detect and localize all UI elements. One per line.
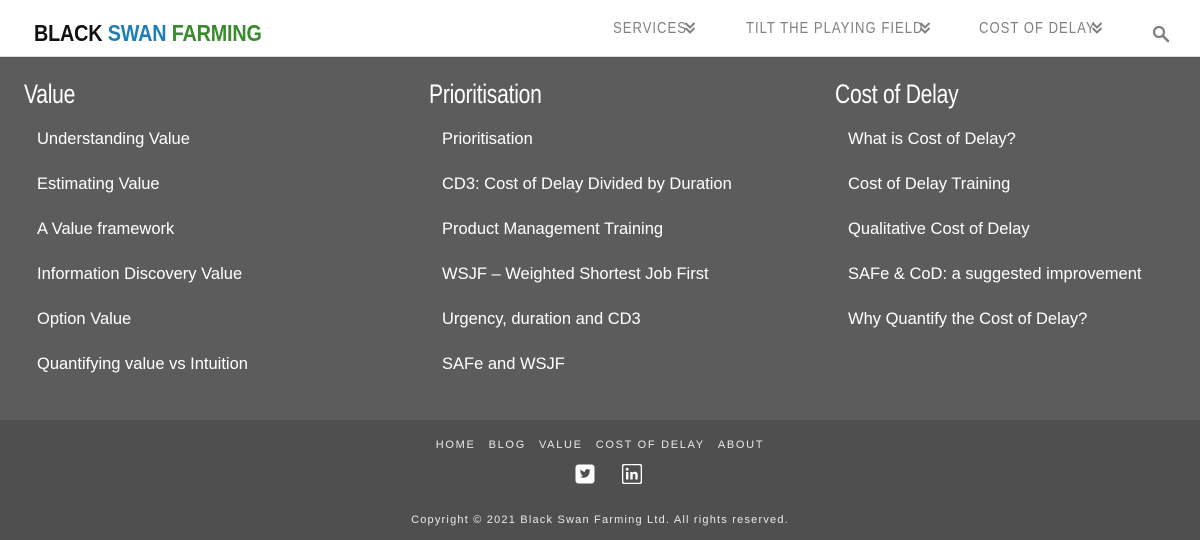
nav-item-label: COST OF DELAY [979,19,1096,37]
logo-word-swan: SWAN [107,20,167,46]
footer-link-value[interactable]: VALUE [539,439,583,451]
site-header: BLACK SWAN FARMING SERVICES TILT THE PLA… [0,0,1200,57]
menu-link[interactable]: Why Quantify the Cost of Delay? [848,307,1087,331]
nav-item-label: SERVICES [613,19,687,37]
menu-link[interactable]: Qualitative Cost of Delay [848,217,1030,241]
nav-item-label: TILT THE PLAYING FIELD [746,19,924,37]
menu-link[interactable]: Urgency, duration and CD3 [442,307,641,331]
nav-item-services[interactable]: SERVICES [613,0,703,57]
menu-link[interactable]: What is Cost of Delay? [848,127,1016,151]
chevron-double-down-icon [919,22,931,34]
footer-link-blog[interactable]: BLOG [489,439,526,451]
menu-link-list: Understanding Value Estimating Value A V… [37,127,248,397]
footer-link-about[interactable]: ABOUT [718,439,764,451]
logo-word-black: BLACK [34,20,103,46]
footer-link-home[interactable]: HOME [436,439,476,451]
menu-link[interactable]: Prioritisation [442,127,533,151]
mega-menu: Value Understanding Value Estimating Val… [0,58,1200,420]
menu-link[interactable]: Estimating Value [37,172,160,196]
search-icon[interactable] [1152,25,1170,43]
site-footer: HOME BLOG VALUE COST OF DELAY ABOUT Copy… [0,420,1200,540]
logo-word-farming: FARMING [171,20,262,46]
site-logo[interactable]: BLACK SWAN FARMING [34,19,262,47]
menu-column-title: Value [24,79,76,109]
menu-link[interactable]: Information Discovery Value [37,262,242,286]
chevron-double-down-icon [684,22,696,34]
nav-item-tilt-the-playing-field[interactable]: TILT THE PLAYING FIELD [746,0,962,57]
nav-item-cost-of-delay[interactable]: COST OF DELAY [979,0,1121,57]
menu-link[interactable]: Product Management Training [442,217,663,241]
menu-link-list: What is Cost of Delay? Cost of Delay Tra… [848,127,1141,352]
twitter-icon[interactable] [575,464,595,484]
menu-link[interactable]: CD3: Cost of Delay Divided by Duration [442,172,732,196]
chevron-double-down-icon [1091,22,1103,34]
menu-column-title: Prioritisation [429,79,542,109]
menu-link[interactable]: A Value framework [37,217,174,241]
footer-link-cost-of-delay[interactable]: COST OF DELAY [596,439,705,451]
copyright-text: Copyright © 2021 Black Swan Farming Ltd.… [411,514,789,526]
menu-column-title: Cost of Delay [835,79,959,109]
menu-link[interactable]: Option Value [37,307,131,331]
menu-link[interactable]: WSJF – Weighted Shortest Job First [442,262,709,286]
menu-link[interactable]: SAFe and WSJF [442,352,565,376]
menu-link[interactable]: Cost of Delay Training [848,172,1010,196]
footer-nav: HOME BLOG VALUE COST OF DELAY ABOUT [0,439,1200,451]
linkedin-icon[interactable] [622,464,642,484]
menu-link[interactable]: Understanding Value [37,127,190,151]
menu-link[interactable]: SAFe & CoD: a suggested improvement [848,262,1141,286]
menu-link[interactable]: Quantifying value vs Intuition [37,352,248,376]
menu-link-list: Prioritisation CD3: Cost of Delay Divide… [442,127,732,397]
